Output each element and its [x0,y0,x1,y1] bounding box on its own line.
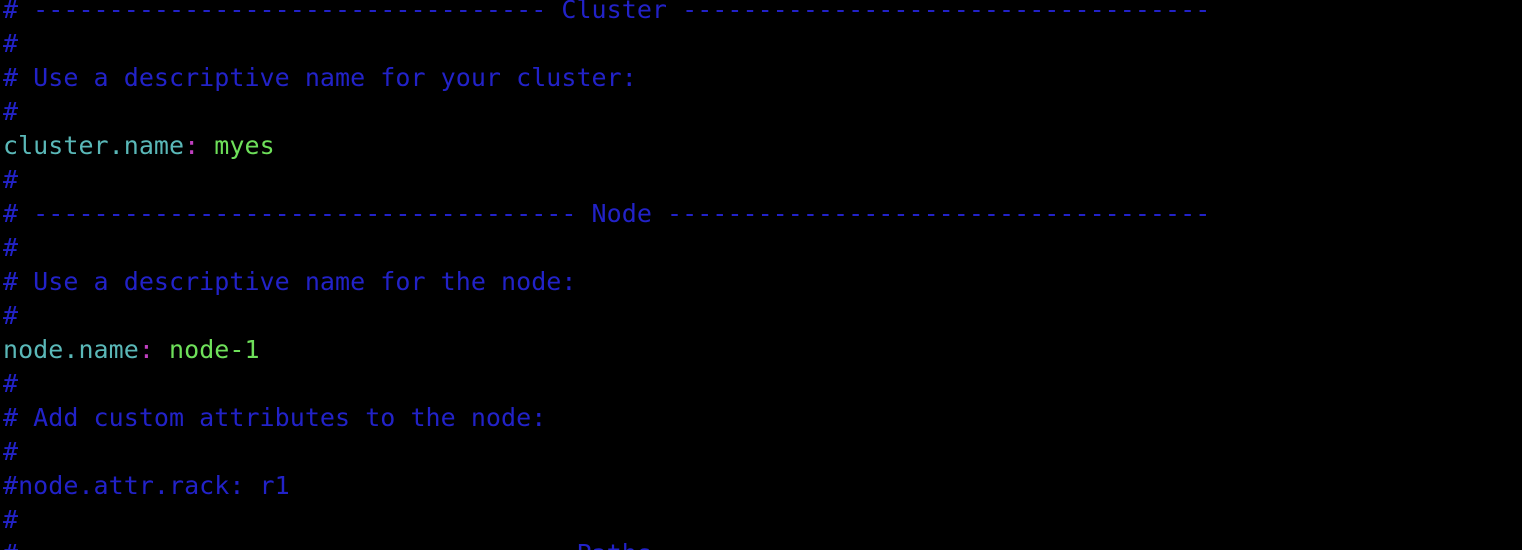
cluster-section-header: # ---------------------------------- Clu… [3,0,1211,24]
setting-value: myes [199,131,275,160]
comment-line: # [3,301,19,330]
node-attributes-comment: # Add custom attributes to the node: [3,403,547,432]
comment-line: # [3,505,19,534]
setting-value: node-1 [153,335,260,364]
node-section-header: # ------------------------------------ N… [3,199,1211,228]
setting-colon: : [184,131,200,160]
comment-line: # [3,233,19,262]
comment-line: # [3,29,19,58]
comment-line: # [3,369,19,398]
setting-key: cluster.name [3,131,185,160]
cluster-name-comment: # Use a descriptive name for your cluste… [3,63,637,92]
node-attr-rack-comment: #node.attr.rack: r1 [3,471,290,500]
comment-line: # [3,97,19,126]
comment-line: # [3,437,19,466]
cluster-name-setting[interactable]: cluster.name: myes [3,129,275,163]
setting-colon: : [138,335,154,364]
paths-section-header: # ----------------------------------- Pa… [3,537,1210,550]
terminal-editor[interactable]: # ---------------------------------- Clu… [0,0,1522,550]
comment-line: # [3,165,19,194]
node-name-comment: # Use a descriptive name for the node: [3,267,577,296]
node-name-setting[interactable]: node.name: node-1 [3,333,260,367]
setting-key: node.name [3,335,139,364]
